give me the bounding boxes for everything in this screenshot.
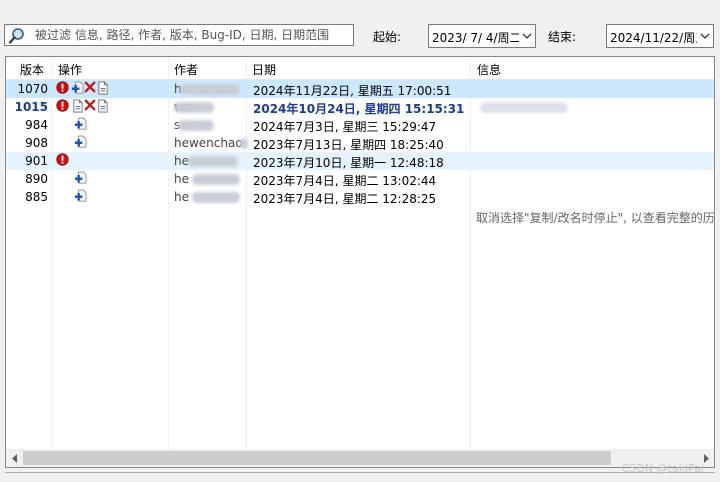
table-row[interactable]: 984s2024年7月3日, 星期三 15:29:47 bbox=[6, 116, 714, 134]
search-icon bbox=[8, 28, 24, 44]
row-date: 2024年10月24日, 星期四 15:15:31 bbox=[253, 102, 465, 116]
list-header: 版本 操作 作者 日期 信息 bbox=[6, 57, 714, 80]
row-revision: 1015 bbox=[14, 100, 48, 114]
row-author: he bbox=[174, 172, 189, 186]
redaction-blur bbox=[192, 192, 240, 203]
row-revision: 890 bbox=[25, 172, 48, 186]
horizontal-scrollbar[interactable] bbox=[6, 449, 714, 467]
chevron-down-icon[interactable] bbox=[697, 25, 713, 47]
table-row[interactable]: 908 hewenchao 2023年7月13日, 星期四 18:25:40 bbox=[6, 134, 714, 152]
redaction-blur bbox=[180, 84, 240, 95]
filter-box[interactable] bbox=[4, 24, 354, 46]
redaction-blur bbox=[192, 174, 240, 185]
scroll-thumb[interactable] bbox=[23, 451, 611, 465]
chevron-down-icon[interactable] bbox=[519, 25, 535, 47]
table-row[interactable]: 1070hewenaao2024年11月22日, 星期五 17:00:51 bbox=[6, 80, 714, 98]
row-date: 2023年7月4日, 星期二 12:28:25 bbox=[253, 192, 437, 206]
redaction-blur bbox=[188, 156, 238, 167]
start-label: 起始: bbox=[373, 30, 402, 44]
end-date-value: 2024/11/22/周五 bbox=[610, 31, 708, 45]
row-date: 2024年11月22日, 星期五 17:00:51 bbox=[253, 84, 452, 98]
toolbar: 起始: 2023/ 7/ 4/周二 结束: 2024/11/22/周五 bbox=[0, 12, 720, 48]
add-icon bbox=[74, 171, 88, 186]
row-revision: 984 bbox=[25, 118, 48, 132]
redaction-blur bbox=[174, 102, 214, 113]
redaction-blur bbox=[178, 120, 214, 131]
redaction-blur bbox=[240, 138, 248, 149]
doc-icon bbox=[96, 81, 110, 96]
table-row[interactable]: 901 he 2023年7月10日, 星期一 12:48:18 bbox=[6, 152, 714, 170]
add-icon bbox=[74, 117, 88, 132]
add-icon bbox=[74, 189, 88, 204]
start-date-value: 2023/ 7/ 4/周二 bbox=[432, 31, 522, 45]
row-date: 2023年7月13日, 星期四 18:25:40 bbox=[253, 138, 444, 152]
scroll-left-icon[interactable] bbox=[6, 449, 23, 467]
error-icon bbox=[56, 153, 70, 168]
doc-icon bbox=[71, 99, 85, 114]
end-date-picker[interactable]: 2024/11/22/周五 bbox=[606, 24, 714, 48]
row-author: hewenchao bbox=[174, 136, 243, 150]
row-author: he bbox=[174, 190, 189, 204]
row-revision: 901 bbox=[25, 154, 48, 168]
doc-icon bbox=[96, 99, 110, 114]
col-actions[interactable]: 操作 bbox=[58, 61, 82, 78]
table-row[interactable]: 885 he 2023年7月4日, 星期二 12:28:25 bbox=[6, 188, 714, 206]
add-icon bbox=[74, 135, 88, 150]
table-row[interactable]: 890 he 2023年7月4日, 星期二 13:02:44 bbox=[6, 170, 714, 188]
watermark: CSDN @takiPai bbox=[621, 462, 704, 475]
end-label: 结束: bbox=[548, 30, 577, 44]
redaction-blur bbox=[480, 102, 568, 113]
row-date: 2023年7月4日, 星期二 13:02:44 bbox=[253, 174, 437, 188]
filter-input[interactable] bbox=[35, 26, 350, 44]
revision-list[interactable]: 版本 操作 作者 日期 信息 1070hewenaao2024年11月22日, … bbox=[5, 56, 715, 468]
error-icon bbox=[56, 81, 70, 96]
error-icon bbox=[56, 99, 70, 114]
col-author[interactable]: 作者 bbox=[174, 61, 198, 78]
row-date: 2024年7月3日, 星期三 15:29:47 bbox=[253, 120, 437, 134]
table-row[interactable]: 1015we2024年10月24日, 星期四 15:15:31 bbox=[6, 98, 714, 116]
start-date-picker[interactable]: 2023/ 7/ 4/周二 bbox=[428, 24, 536, 48]
col-date[interactable]: 日期 bbox=[252, 61, 276, 78]
info-message: 取消选择"复制/改名时停止", 以查看完整的历 bbox=[476, 211, 715, 225]
top-strip: · · · · · · · · · · · · bbox=[0, 0, 720, 10]
row-date: 2023年7月10日, 星期一 12:48:18 bbox=[253, 156, 444, 170]
row-revision: 1070 bbox=[17, 82, 48, 96]
row-revision: 908 bbox=[25, 136, 48, 150]
row-author: he bbox=[174, 154, 189, 168]
add-icon bbox=[71, 81, 85, 96]
col-message[interactable]: 信息 bbox=[477, 61, 501, 78]
row-revision: 885 bbox=[25, 190, 48, 204]
col-revision[interactable]: 版本 bbox=[20, 61, 44, 78]
